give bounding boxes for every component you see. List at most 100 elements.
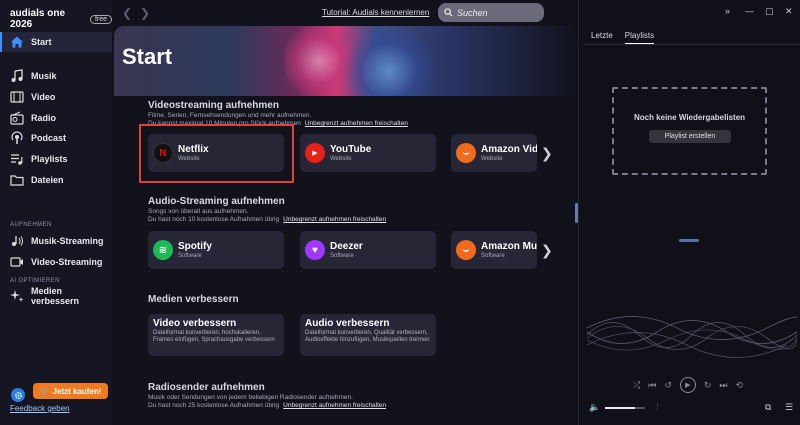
play-icon[interactable]: ▶	[679, 377, 696, 393]
panel-tabs: Letzte Playlists	[591, 31, 655, 44]
sidebar-item-label: Radio	[31, 113, 57, 123]
queue-icon[interactable]: ☰	[785, 402, 793, 413]
section-title-video: Videostreaming aufnehmen	[148, 100, 279, 111]
unlock-link[interactable]: Unbegrenzt aufnehmen freischalten	[305, 120, 408, 127]
search-input[interactable]	[457, 7, 537, 18]
settings-gear-icon[interactable]	[11, 388, 25, 402]
card-name: Amazon Video	[481, 144, 537, 155]
sidebar-item-playlists[interactable]: Playlists	[0, 149, 112, 169]
back-arrow-icon[interactable]: ❮	[122, 6, 132, 20]
tab-letzte[interactable]: Letzte	[591, 31, 613, 44]
section-label-record: AUFNEHMEN	[10, 222, 52, 228]
video-stream-icon	[10, 257, 23, 267]
main-content: ❮ ❯ Tutorial: Audials kennenlernen Start…	[112, 0, 578, 425]
feedback-link[interactable]: Feedback geben	[10, 404, 70, 413]
empty-title: Noch keine Wiedergabelisten	[633, 113, 746, 122]
tutorial-link[interactable]: Tutorial: Audials kennenlernen	[322, 8, 429, 17]
mini-player-icon[interactable]: ⧉	[765, 402, 771, 413]
section-sub-audio: Songs von überall aus aufnehmen. Du hast…	[148, 208, 386, 224]
sidebar-item-label: Podcast	[31, 133, 67, 143]
spotify-logo-icon: ≋	[153, 240, 173, 260]
card-type: Software	[481, 253, 505, 259]
speaker-icon[interactable]: 🔈	[589, 402, 600, 413]
section-sub-line: Songs von überall aus aufnehmen.	[148, 208, 249, 215]
panel-divider-handle[interactable]	[679, 239, 699, 242]
volume-control: 🔈 ⫶	[589, 402, 658, 413]
card-amazon-music[interactable]: ⌣ Amazon MusicSoftware	[451, 231, 537, 269]
card-name: Deezer	[330, 241, 363, 252]
sidebar-item-label: Playlists	[31, 154, 68, 164]
sidebar-item-start[interactable]: Start	[0, 32, 112, 52]
sidebar-item-label: Video-Streaming	[31, 257, 103, 267]
card-type: Website	[330, 156, 352, 162]
unlock-link[interactable]: Unbegrenzt aufnehmen freischalten	[283, 216, 386, 223]
sidebar-item-medien-verbessern[interactable]: Medien verbessern	[0, 286, 112, 306]
section-sub-line: Musik oder Sendungen von jedem beliebige…	[148, 394, 353, 401]
sidebar-item-video-streaming[interactable]: Video-Streaming	[0, 252, 112, 272]
chevron-right-icon[interactable]: ❯	[541, 145, 553, 162]
section-title-improve: Medien verbessern	[148, 294, 239, 305]
sidebar-item-podcast[interactable]: Podcast	[0, 128, 112, 148]
card-name: Spotify	[178, 241, 212, 252]
sidebar-item-radio[interactable]: Radio	[0, 108, 112, 128]
radio-icon	[10, 111, 24, 125]
forward-arrow-icon[interactable]: ❯	[140, 6, 150, 20]
card-desc: Dateiformat konvertieren, hochskalieren,…	[153, 330, 275, 343]
section-title-audio: Audio-Streaming aufnehmen	[148, 196, 285, 207]
chevron-right-icon[interactable]: ❯	[541, 242, 553, 259]
limit-note: Du hast noch 10 kostenlose Aufnahmen übr…	[148, 216, 280, 223]
player-controls: ⤮ ⏮ ↺ ▶ ↻ ⏭ ⟲	[633, 377, 743, 393]
close-icon[interactable]: ✕	[785, 6, 793, 17]
right-panel: » — ▢ ✕ Letzte Playlists Noch keine Wied…	[578, 0, 800, 425]
tab-playlists[interactable]: Playlists	[624, 31, 655, 44]
rewind-icon[interactable]: ↺	[664, 380, 672, 391]
create-playlist-button[interactable]: Playlist erstellen	[649, 130, 731, 143]
sidebar-item-musik-streaming[interactable]: Musik-Streaming	[0, 231, 112, 251]
sparkle-icon	[10, 290, 24, 302]
sidebar-item-musik[interactable]: Musik	[0, 66, 112, 86]
playlist-icon	[11, 154, 23, 165]
podcast-icon	[11, 131, 23, 144]
shuffle-icon[interactable]: ⤮	[633, 380, 640, 391]
card-name: YouTube	[330, 144, 372, 155]
section-sub-line: Du hast noch 25 kostenlose Aufnahmen übr…	[148, 402, 386, 410]
card-video-verbessern[interactable]: Video verbessern Dateiformat konvertiere…	[148, 314, 284, 356]
sidebar-item-label: Musik-Streaming	[31, 236, 104, 246]
search-box[interactable]	[438, 3, 544, 22]
hero-glow	[344, 26, 434, 96]
sidebar-item-video[interactable]: Video	[0, 87, 112, 107]
previous-icon[interactable]: ⏮	[648, 380, 656, 391]
card-title: Video verbessern	[153, 318, 237, 329]
card-amazon-video[interactable]: ⌣ Amazon VideoWebsite	[451, 134, 537, 172]
repeat-icon[interactable]: ⟲	[736, 380, 744, 391]
deezer-logo-icon: ♥	[305, 240, 325, 260]
card-name: Amazon Music	[481, 241, 537, 252]
equalizer-icon[interactable]: ⫶	[656, 402, 658, 413]
card-deezer[interactable]: ♥ Deezer Software	[300, 231, 436, 269]
next-icon[interactable]: ⏭	[719, 380, 727, 391]
sidebar-item-dateien[interactable]: Dateien	[0, 170, 112, 190]
card-type: Software	[330, 253, 354, 259]
card-youtube[interactable]: ▶ YouTube Website	[300, 134, 436, 172]
page-title: Start	[122, 44, 173, 69]
collapse-panel-icon[interactable]: »	[725, 6, 730, 16]
section-label-ai: AI OPTIMIEREN	[10, 278, 60, 284]
hero-banner: Start	[114, 26, 576, 96]
volume-slider[interactable]	[605, 406, 646, 409]
amazon-logo-icon: ⌣	[456, 143, 476, 163]
card-spotify[interactable]: ≋ Spotify Software	[148, 231, 284, 269]
buy-now-button[interactable]: 🛒 Jetzt kaufen!	[33, 383, 108, 399]
sidebar-item-label: Musik	[31, 71, 57, 81]
app-brand: audials one 2026 free	[10, 8, 112, 30]
maximize-icon[interactable]: ▢	[765, 6, 774, 17]
search-icon	[444, 8, 453, 17]
tab-divider	[583, 44, 800, 45]
unlock-link[interactable]: Unbegrenzt aufnehmen freischalten	[283, 402, 386, 409]
sidebar-item-label: Medien verbessern	[31, 286, 80, 306]
waveform-visual	[587, 316, 797, 358]
card-audio-verbessern[interactable]: Audio verbessern Dateiformat konvertiere…	[300, 314, 436, 356]
minimize-icon[interactable]: —	[745, 6, 754, 16]
youtube-logo-icon: ▶	[305, 143, 325, 163]
forward-icon[interactable]: ↻	[704, 380, 712, 391]
section-title-radio: Radiosender aufnehmen	[148, 382, 265, 393]
